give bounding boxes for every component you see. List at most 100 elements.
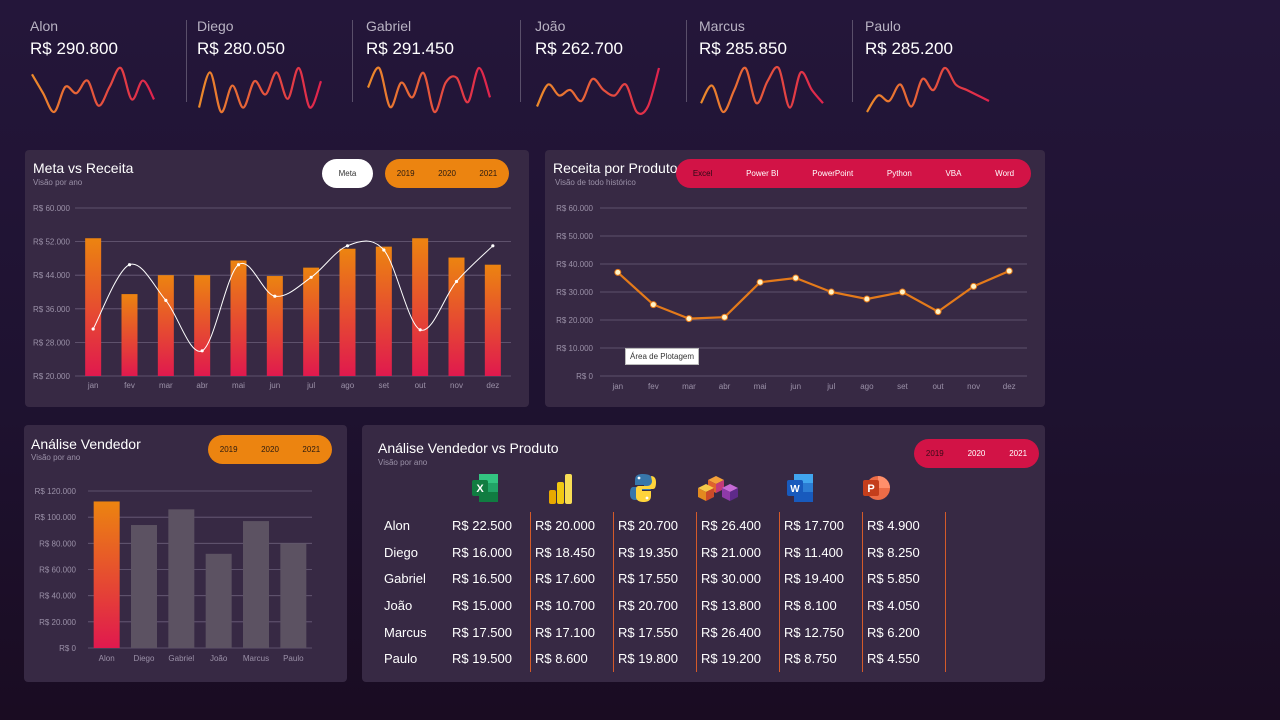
y-tick-label: R$ 60.000	[33, 204, 70, 213]
table-row: Alon R$ 22.500 R$ 20.000 R$ 20.700 R$ 26…	[384, 512, 946, 539]
x-tick-label: jun	[789, 382, 801, 391]
row-name: Paulo	[384, 651, 418, 667]
table-row: João R$ 15.000 R$ 10.700 R$ 20.700 R$ 13…	[384, 592, 946, 619]
y-tick-label: R$ 40.000	[39, 592, 76, 601]
table-row: Paulo R$ 19.500 R$ 8.600 R$ 19.800 R$ 19…	[384, 645, 946, 673]
kpi-sparkline	[866, 66, 990, 113]
x-tick-label: nov	[967, 382, 980, 391]
kpi-gabriel: Gabriel R$ 291.450	[366, 18, 492, 114]
y-tick-label: R$ 120.000	[35, 487, 77, 496]
cell-value: R$ 17.100	[530, 618, 614, 646]
cell-value: R$ 17.500	[448, 618, 531, 646]
divider	[852, 20, 853, 102]
powerbi-icon	[549, 474, 572, 504]
powerpoint-icon: P	[863, 476, 890, 500]
y-tick-label: R$ 52.000	[33, 238, 70, 247]
x-tick-label: abr	[196, 381, 208, 390]
x-tick-label: set	[378, 381, 389, 390]
bar-vendedor	[168, 509, 195, 648]
x-tick-label: Gabriel	[168, 654, 194, 663]
meta-point	[345, 244, 350, 248]
cell-value: R$ 19.500	[448, 645, 531, 673]
bar-receita	[230, 260, 247, 376]
kpi-sparkline	[367, 66, 492, 114]
svg-text:W: W	[790, 484, 800, 495]
row-name: Gabriel	[384, 571, 426, 587]
y-tick-label: R$ 0	[576, 372, 593, 381]
y-tick-label: R$ 36.000	[33, 305, 70, 314]
year-2021-button[interactable]: 2021	[1009, 449, 1027, 458]
y-tick-label: R$ 80.000	[39, 539, 76, 548]
cell-value: R$ 19.200	[696, 645, 780, 673]
cell-value: R$ 8.750	[779, 645, 863, 673]
x-tick-label: Alon	[99, 654, 115, 663]
cell-value: R$ 4.550	[862, 645, 946, 673]
kpi-value: R$ 290.800	[30, 39, 118, 58]
x-tick-label: jul	[826, 382, 835, 391]
x-tick-label: mai	[232, 381, 245, 390]
cell-value: R$ 15.000	[448, 592, 531, 619]
bar-receita	[266, 276, 283, 376]
x-tick-label: ago	[341, 381, 355, 390]
cell-value: R$ 30.000	[696, 565, 780, 593]
meta-point	[127, 263, 132, 267]
sparkline-path	[31, 66, 155, 114]
bar-vendedor	[205, 553, 232, 648]
receita-point	[934, 308, 942, 316]
x-tick-label: Marcus	[243, 654, 269, 663]
row-name: Marcus	[384, 624, 427, 640]
analise-vendedor-panel: Análise Vendedor Visão por ano 2019 2020…	[24, 425, 347, 682]
year-2020-button[interactable]: 2020	[968, 449, 986, 458]
x-tick-label: fev	[124, 381, 135, 390]
y-tick-label: R$ 20.000	[39, 618, 76, 627]
receita-point	[1005, 267, 1013, 275]
meta-point	[200, 349, 204, 353]
year-filter[interactable]: 2019 2020 2021	[914, 439, 1039, 468]
receita-point	[898, 288, 906, 296]
bar-receita	[484, 264, 501, 376]
row-name: João	[384, 597, 413, 613]
vba-cubes-icon	[698, 476, 738, 501]
kpi-name: Diego	[197, 18, 234, 34]
cell-value: R$ 16.500	[448, 565, 531, 593]
meta-point	[164, 298, 168, 302]
kpi-paulo: Paulo R$ 285.200	[865, 18, 990, 113]
x-tick-label: abr	[719, 382, 731, 391]
year-2019-button[interactable]: 2019	[926, 449, 944, 458]
y-tick-label: R$ 40.000	[556, 260, 593, 269]
kpi-diego: Diego R$ 280.050	[197, 18, 323, 114]
kpi-marcus: Marcus R$ 285.850	[699, 18, 824, 114]
y-tick-label: R$ 60.000	[556, 204, 593, 213]
receita-point	[756, 278, 764, 286]
cell-value: R$ 4.050	[862, 592, 946, 619]
cell-value: R$ 5.850	[862, 565, 946, 593]
panel-title: Análise Vendedor vs Produto	[378, 440, 559, 456]
cell-value: R$ 20.700	[613, 512, 697, 539]
x-tick-label: out	[932, 382, 944, 391]
bar-receita	[121, 294, 138, 376]
kpi-sparkline	[700, 65, 824, 114]
panel-subtitle: Visão por ano	[378, 458, 428, 467]
bar-receita	[194, 275, 211, 376]
receita-point	[721, 313, 729, 321]
cell-value: R$ 8.600	[530, 645, 614, 673]
meta-receita-chart: R$ 20.000 R$ 28.000 R$ 36.000 R$ 44.000 R$ 5…	[33, 204, 511, 390]
receita-point	[792, 274, 800, 282]
y-tick-label: R$ 30.000	[556, 288, 593, 297]
svg-text:X: X	[476, 483, 484, 495]
bar-receita	[375, 246, 392, 376]
kpi-value: R$ 262.700	[535, 39, 623, 58]
python-icon	[630, 474, 656, 502]
cell-value: R$ 4.900	[862, 512, 946, 539]
meta-point	[491, 244, 495, 248]
meta-point	[236, 263, 241, 267]
kpi-value: R$ 285.850	[699, 39, 787, 58]
kpi-joao: João R$ 262.700	[535, 18, 661, 115]
cell-value: R$ 26.400	[696, 512, 780, 539]
x-tick-label: mar	[159, 381, 173, 390]
bar-vendedor	[131, 525, 157, 648]
receita-line	[617, 269, 1010, 320]
cell-value: R$ 20.700	[613, 592, 697, 619]
x-tick-label: mar	[682, 382, 696, 391]
cell-value: R$ 8.100	[779, 592, 863, 619]
